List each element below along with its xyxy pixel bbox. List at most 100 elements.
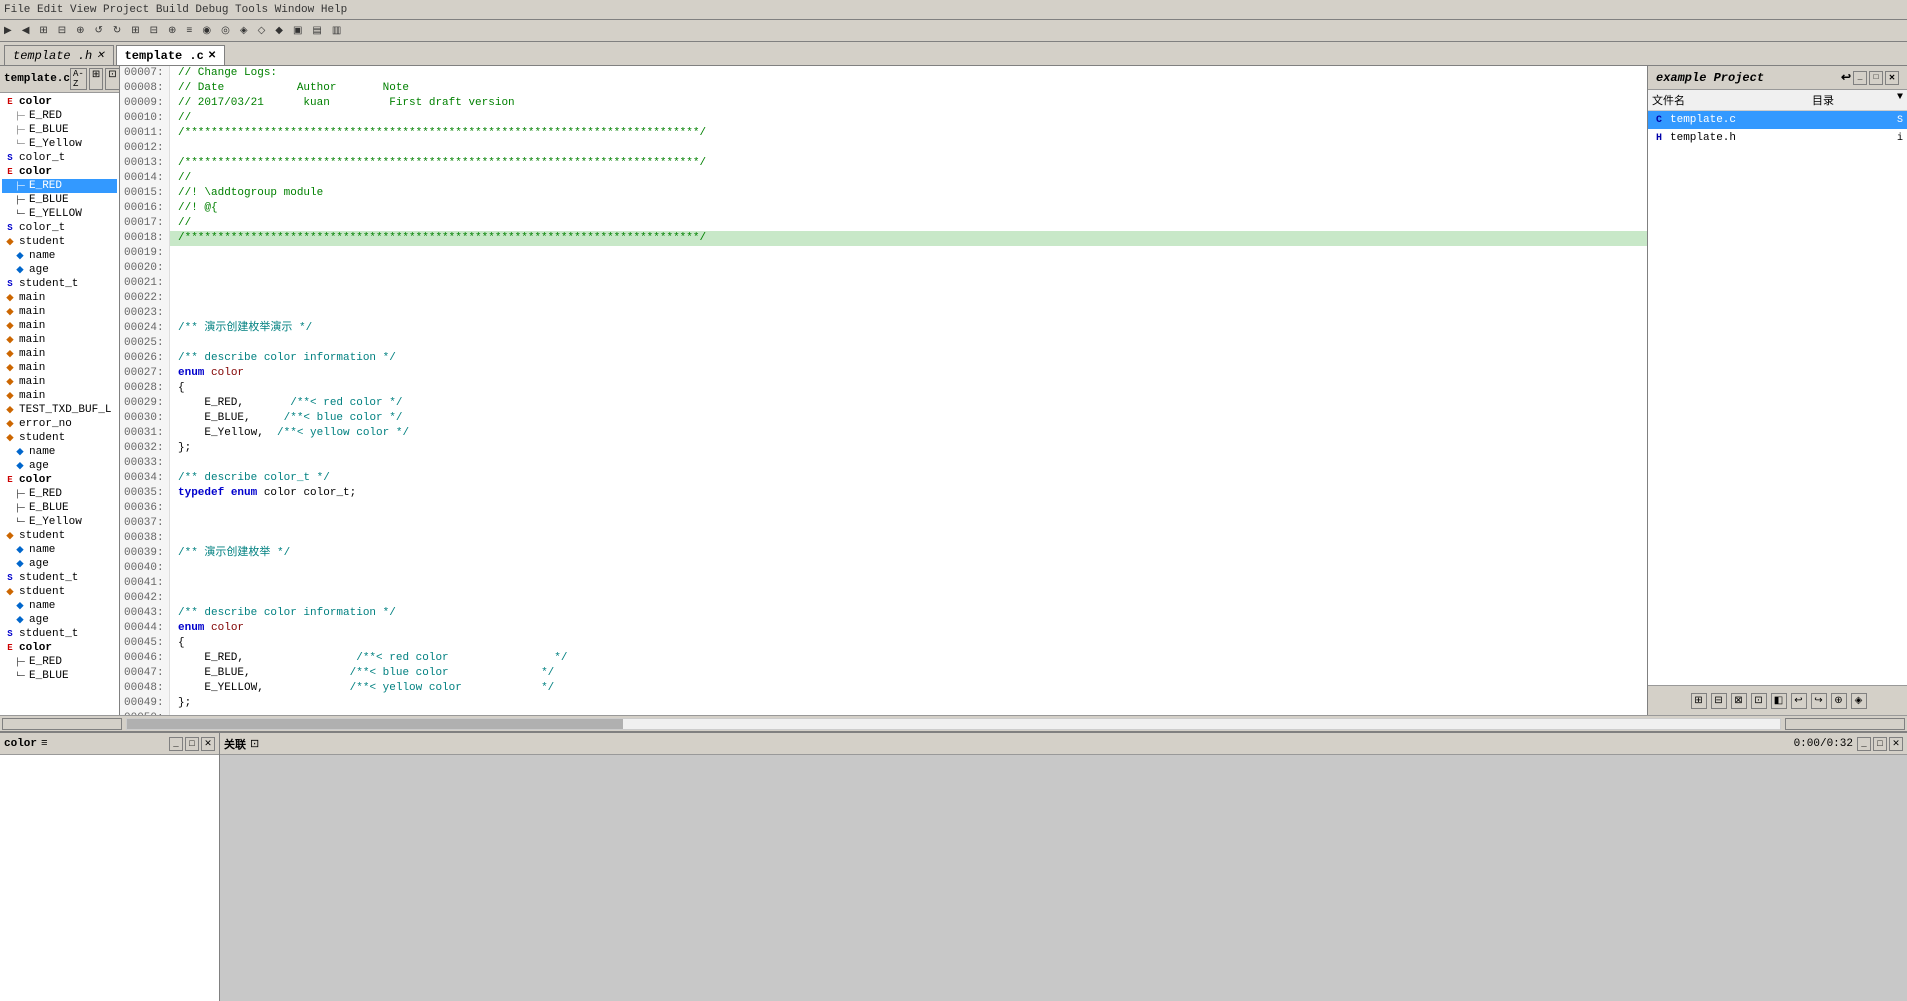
bottom-right-icon[interactable]: ⊡ bbox=[250, 737, 259, 751]
tree-item-studentt2[interactable]: Sstudent_t bbox=[2, 571, 117, 585]
tree-item-main2[interactable]: ◆main bbox=[2, 305, 117, 319]
tree-item-eyellow2[interactable]: └─E_YELLOW bbox=[2, 207, 117, 221]
tree-item-stduent-t[interactable]: Sstduent_t bbox=[2, 627, 117, 641]
tree-item-studentt1[interactable]: Sstudent_t bbox=[2, 277, 117, 291]
bottom-right-minimize[interactable]: _ bbox=[1857, 737, 1871, 751]
tree-item-age2[interactable]: ◆age bbox=[2, 459, 117, 473]
tree-item-name3[interactable]: ◆name bbox=[2, 543, 117, 557]
tree-item-test[interactable]: ◆TEST_TXD_BUF_L bbox=[2, 403, 117, 417]
tree-item-color1[interactable]: Ecolor bbox=[2, 95, 117, 109]
code-line-12: 00012: bbox=[120, 141, 1647, 156]
bottom-right-maximize[interactable]: □ bbox=[1873, 737, 1887, 751]
tree-item-eblue3[interactable]: ├─E_BLUE bbox=[2, 501, 117, 515]
code-line-24: 00024:/** 演示创建枚举演示 */ bbox=[120, 321, 1647, 336]
tree-item-main8[interactable]: ◆main bbox=[2, 389, 117, 403]
proj-btn2[interactable]: ⊟ bbox=[1711, 693, 1727, 709]
tab-close-c[interactable]: ✕ bbox=[208, 50, 216, 62]
bottom-left-maximize[interactable]: □ bbox=[185, 737, 199, 751]
h-scroll-track[interactable] bbox=[126, 718, 1781, 730]
tree-item-color4[interactable]: Ecolor bbox=[2, 641, 117, 655]
tree-item-main3[interactable]: ◆main bbox=[2, 319, 117, 333]
project-file-list-area bbox=[1648, 147, 1907, 685]
tab-template-c[interactable]: template .c ✕ bbox=[116, 45, 226, 65]
member-icon3: ├─ bbox=[14, 194, 26, 206]
project-maximize-btn[interactable]: □ bbox=[1869, 71, 1883, 85]
project-sort-icon[interactable]: ▼ bbox=[1897, 92, 1903, 108]
proj-btn4[interactable]: ⊡ bbox=[1751, 693, 1767, 709]
tree-item-ered4[interactable]: ├─E_RED bbox=[2, 655, 117, 669]
bottom-right-close[interactable]: ✕ bbox=[1889, 737, 1903, 751]
code-line-39: 00039:/** 演示创建枚举 */ bbox=[120, 546, 1647, 561]
project-close-btn[interactable]: ✕ bbox=[1885, 71, 1899, 85]
enum-icon3: E bbox=[4, 474, 16, 486]
code-line-26: 00026:/** describe color information */ bbox=[120, 351, 1647, 366]
file-icon-h: H bbox=[1652, 131, 1666, 145]
tree-item-color2[interactable]: Ecolor bbox=[2, 165, 117, 179]
h-scroll-thumb[interactable] bbox=[127, 719, 623, 729]
tree-item-age1[interactable]: ◆age bbox=[2, 263, 117, 277]
bottom-left-minimize[interactable]: _ bbox=[169, 737, 183, 751]
code-line-16: 00016://! @{ bbox=[120, 201, 1647, 216]
tab-close-h[interactable]: ✕ bbox=[96, 50, 104, 62]
bottom-left-close[interactable]: ✕ bbox=[201, 737, 215, 751]
proj-btn5[interactable]: ◧ bbox=[1771, 693, 1787, 709]
tree-item-student1[interactable]: ◆student bbox=[2, 235, 117, 249]
project-minimize-btn[interactable]: _ bbox=[1853, 71, 1867, 85]
tree-item-color3[interactable]: Ecolor bbox=[2, 473, 117, 487]
project-arrow-icon[interactable]: ↩ bbox=[1841, 70, 1851, 85]
sidebar-icon1[interactable]: ⊞ bbox=[89, 68, 103, 90]
struct-icon3: S bbox=[4, 278, 16, 290]
project-file-h-info: i bbox=[1897, 133, 1903, 144]
code-line-30: 00030: E_BLUE, /**< blue color */ bbox=[120, 411, 1647, 426]
sidebar-icon2[interactable]: ⊡ bbox=[105, 68, 119, 90]
tree-item-ered3[interactable]: ├─E_RED bbox=[2, 487, 117, 501]
tab-template-h[interactable]: template .h ✕ bbox=[4, 45, 114, 65]
tree-item-main1[interactable]: ◆main bbox=[2, 291, 117, 305]
tree-item-ered2[interactable]: ├─E_RED bbox=[2, 179, 117, 193]
project-file-template-h[interactable]: H template.h i bbox=[1648, 129, 1907, 147]
tree-item-eblue2[interactable]: ├─E_BLUE bbox=[2, 193, 117, 207]
code-line-7: 00007:// Change Logs: bbox=[120, 66, 1647, 81]
tree-item-colort1[interactable]: Scolor_t bbox=[2, 151, 117, 165]
tree-item-name2[interactable]: ◆name bbox=[2, 445, 117, 459]
proj-btn6[interactable]: ↩ bbox=[1791, 693, 1807, 709]
tree-item-student3[interactable]: ◆student bbox=[2, 529, 117, 543]
tree-item-errno[interactable]: ◆error_no bbox=[2, 417, 117, 431]
tree-item-age3[interactable]: ◆age bbox=[2, 557, 117, 571]
code-editor[interactable]: 00007:// Change Logs: 00008:// Date Auth… bbox=[120, 66, 1647, 715]
tree-item-colort2[interactable]: Scolor_t bbox=[2, 221, 117, 235]
project-filename-h: template.h bbox=[1670, 132, 1736, 144]
tree-item-name1[interactable]: ◆name bbox=[2, 249, 117, 263]
h-scroll-right[interactable] bbox=[1785, 718, 1905, 730]
tree-item-eyellow3[interactable]: └─E_Yellow bbox=[2, 515, 117, 529]
code-line-25: 00025: bbox=[120, 336, 1647, 351]
tree-item-name4[interactable]: ◆name bbox=[2, 599, 117, 613]
sidebar-az-btn[interactable]: A-Z bbox=[70, 68, 87, 90]
code-line-34: 00034:/** describe color_t */ bbox=[120, 471, 1647, 486]
proj-btn7[interactable]: ↪ bbox=[1811, 693, 1827, 709]
horizontal-scrollbar[interactable] bbox=[0, 715, 1907, 731]
code-line-19: 00019: bbox=[120, 246, 1647, 261]
tree-item-eyellow1[interactable]: └─E_Yellow bbox=[2, 137, 117, 151]
bottom-left-icon[interactable]: ≡ bbox=[41, 738, 48, 750]
tree-item-eblue4[interactable]: └─E_BLUE bbox=[2, 669, 117, 683]
project-file-template-c[interactable]: C template.c S bbox=[1648, 111, 1907, 129]
proj-btn1[interactable]: ⊞ bbox=[1691, 693, 1707, 709]
tree-item-ered1[interactable]: ├─E_RED bbox=[2, 109, 117, 123]
proj-btn8[interactable]: ⊕ bbox=[1831, 693, 1847, 709]
member-icon6: ├─ bbox=[14, 502, 26, 514]
tree-item-main4[interactable]: ◆main bbox=[2, 333, 117, 347]
bottom-left-title: color bbox=[4, 738, 37, 750]
tree-item-main5[interactable]: ◆main bbox=[2, 347, 117, 361]
tree-item-age4[interactable]: ◆age bbox=[2, 613, 117, 627]
tree-item-student2[interactable]: ◆student bbox=[2, 431, 117, 445]
tree-item-main6[interactable]: ◆main bbox=[2, 361, 117, 375]
tree-item-stduent1[interactable]: ◆stduent bbox=[2, 585, 117, 599]
proj-btn9[interactable]: ◈ bbox=[1851, 693, 1867, 709]
tree-item-main7[interactable]: ◆main bbox=[2, 375, 117, 389]
diamond-icon11: ◆ bbox=[4, 390, 16, 402]
h-scroll-left[interactable] bbox=[2, 718, 122, 730]
diamond-icon4: ◆ bbox=[4, 292, 16, 304]
proj-btn3[interactable]: ⊠ bbox=[1731, 693, 1747, 709]
tree-item-eblue1[interactable]: ├─E_BLUE bbox=[2, 123, 117, 137]
